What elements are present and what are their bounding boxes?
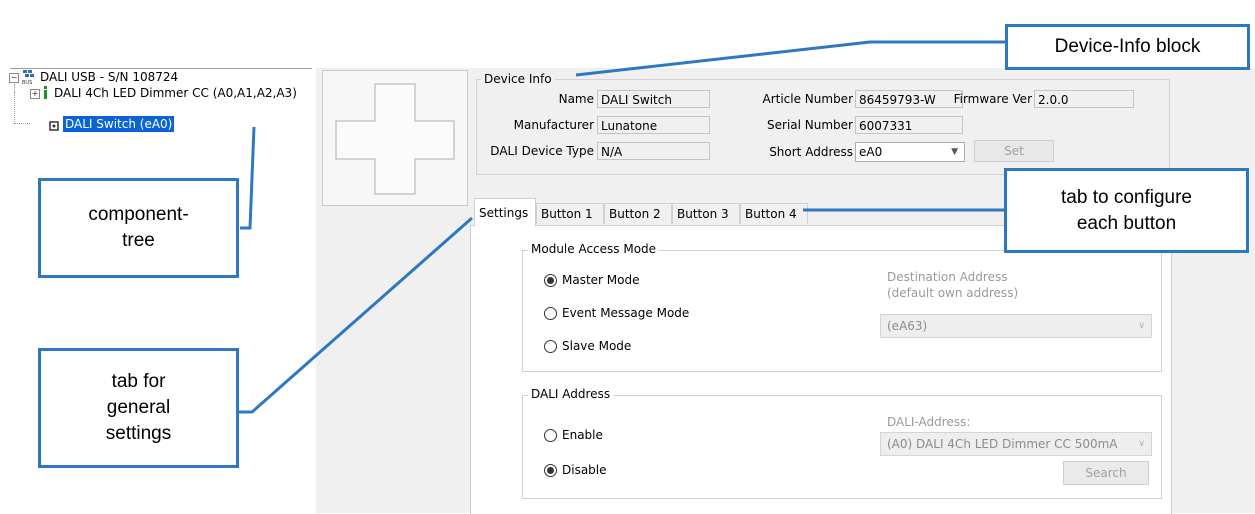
callout-text: tab to configure bbox=[1061, 186, 1192, 208]
connector-component-tree bbox=[240, 126, 256, 230]
connector-settings-tab bbox=[238, 216, 473, 414]
callout-text: Device-Info block bbox=[1054, 36, 1201, 57]
connector-device-info bbox=[575, 40, 1007, 77]
callout-settings-tab: tab for general settings bbox=[38, 348, 239, 468]
callout-text: each button bbox=[1076, 212, 1177, 234]
callout-button-tabs: tab to configure each button bbox=[1004, 168, 1249, 253]
callout-component-tree: component- tree bbox=[38, 178, 239, 278]
callout-text: component- bbox=[88, 204, 189, 225]
callout-text: tab for bbox=[111, 371, 166, 392]
callout-text: tree bbox=[122, 230, 155, 251]
callout-device-info: Device-Info block bbox=[1005, 24, 1250, 70]
callout-text: general bbox=[106, 397, 171, 418]
tab-settings[interactable]: Settings bbox=[474, 198, 536, 226]
callout-text: settings bbox=[105, 423, 172, 444]
